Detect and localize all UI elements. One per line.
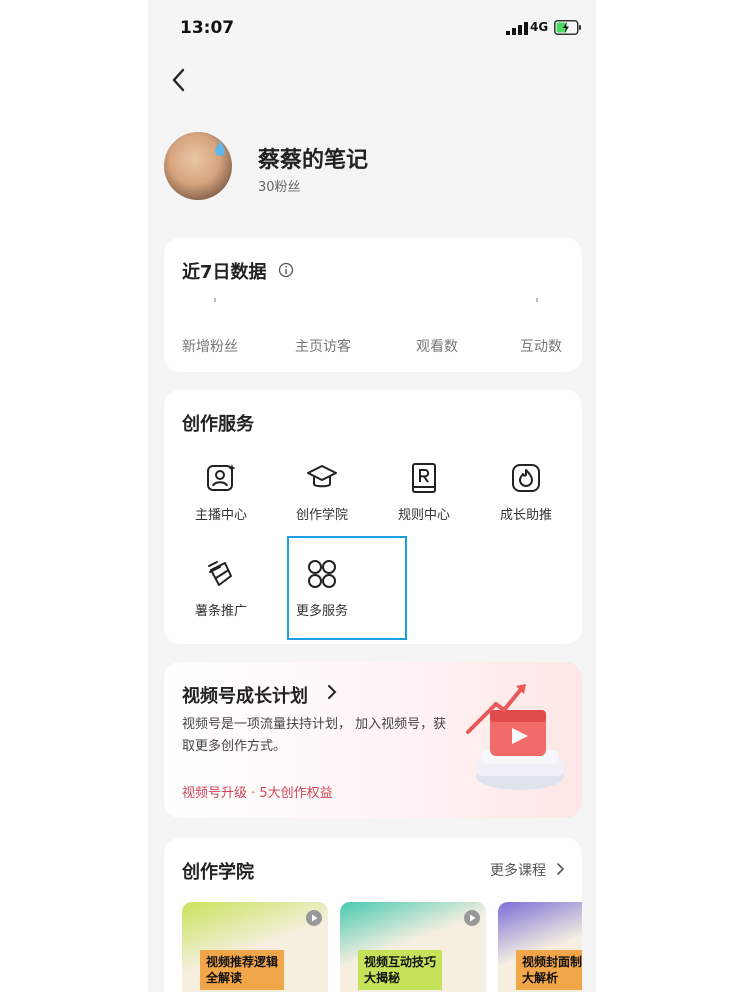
growth-plan-description: 视频号是一项流量扶持计划， 加入视频号，获取更多创作方式。 [182, 717, 447, 754]
fries-promo-icon [208, 561, 232, 586]
back-arrow-icon[interactable] [168, 66, 192, 94]
course-card[interactable]: 视频互动技巧 大揭秘 [340, 902, 486, 992]
course-title: 视频推荐逻辑 全解读 [200, 950, 285, 990]
creator-services-card: 创作服务 主播中心 创作学院 规则中心 成长助推 薯条推广 更多服务 [164, 390, 582, 644]
services-card-title: 创作服务 [182, 414, 254, 435]
academy-title: 创作学院 [182, 862, 254, 883]
play-icon [464, 910, 480, 926]
stats-card-title: 近7日数据 [182, 262, 267, 283]
stat-value-placeholder [214, 298, 216, 302]
course-card[interactable]: 视频推荐逻辑 全解读 [182, 902, 328, 992]
stats-card[interactable]: 近7日数据 新增粉丝 主页访客 观看数 互动数 [164, 238, 582, 372]
academy-card: 创作学院 更多课程 视频推荐逻辑 全解读 视频互动技巧 大揭秘 视频封面制 大解… [164, 838, 582, 992]
service-anchor-center[interactable]: 主播中心 [171, 462, 271, 552]
stat-label-profile-visitors: 主页访客 [295, 339, 351, 355]
growth-plan-link[interactable]: 视频号升级 · 5大创作权益 [182, 782, 333, 801]
status-time: 13:07 [180, 18, 235, 38]
chevron-right-icon[interactable] [556, 862, 566, 876]
graduation-cap-icon [307, 465, 337, 488]
service-label: 规则中心 [397, 508, 450, 523]
follower-count: 30粉丝 [258, 180, 301, 195]
rules-book-icon [412, 463, 436, 493]
service-label: 成长助推 [499, 508, 552, 523]
course-title: 视频互动技巧 大揭秘 [358, 950, 443, 990]
status-bar: 13:07 4G [148, 14, 596, 42]
stat-value-placeholder [536, 298, 538, 302]
signal-icon [506, 22, 528, 35]
video-growth-illustration-icon [466, 684, 564, 790]
sweat-drop-icon [215, 141, 225, 156]
selection-highlight-box [287, 536, 407, 640]
phone-screen: 13:07 4G 蔡蔡的笔记 30粉丝 近7日数据 新增粉丝 主页访客 观看数 … [148, 0, 596, 992]
anchor-center-icon [207, 464, 236, 491]
growth-plan-title[interactable]: 视频号成长计划 [182, 682, 308, 708]
service-label: 薯条推广 [194, 604, 247, 619]
service-fries-promotion[interactable]: 薯条推广 [171, 558, 271, 648]
service-growth-boost[interactable]: 成长助推 [476, 462, 576, 552]
flame-boost-icon [512, 464, 540, 492]
chevron-right-icon [328, 685, 337, 699]
network-type: 4G [530, 20, 549, 34]
service-label: 主播中心 [194, 508, 247, 523]
info-icon[interactable] [278, 262, 294, 278]
avatar[interactable] [164, 132, 232, 200]
course-card[interactable]: 视频封面制 大解析 [498, 902, 582, 992]
service-label: 创作学院 [295, 508, 348, 523]
more-courses-link[interactable]: 更多课程 [490, 860, 546, 880]
profile-name: 蔡蔡的笔记 [258, 148, 369, 173]
stat-label-views: 观看数 [416, 339, 458, 355]
battery-charging-icon [554, 20, 581, 35]
stat-label-new-followers: 新增粉丝 [182, 339, 238, 355]
play-icon [306, 910, 322, 926]
growth-plan-card[interactable]: 视频号成长计划 视频号是一项流量扶持计划， 加入视频号，获取更多创作方式。 视频… [164, 662, 582, 818]
stat-label-interactions: 互动数 [520, 339, 562, 355]
course-title: 视频封面制 大解析 [516, 950, 582, 990]
